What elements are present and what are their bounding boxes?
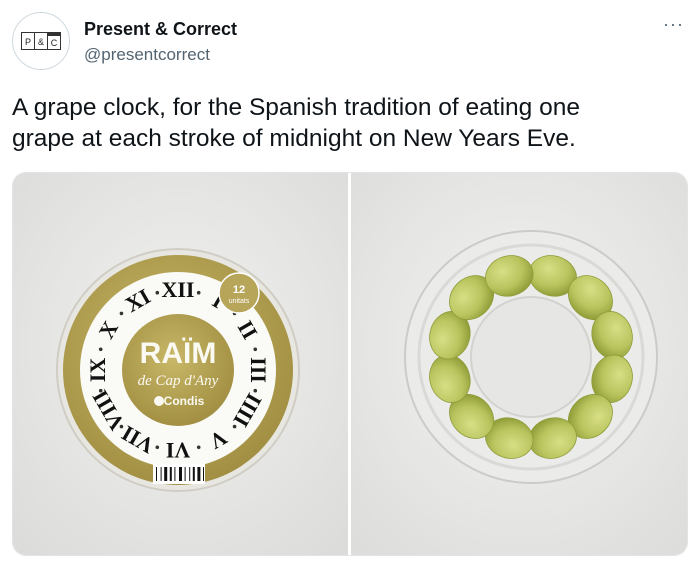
clock-numeral: III (246, 357, 271, 383)
clock-dot (253, 388, 258, 393)
clock-dot (119, 311, 124, 316)
clock-dot (232, 424, 237, 429)
author-handle[interactable]: @presentcorrect (84, 44, 210, 66)
clock-dot (155, 290, 160, 295)
clock-dot (119, 424, 124, 429)
clock-dot (196, 290, 201, 295)
avatar-letter-amp: & (38, 37, 44, 47)
more-horizontal-icon[interactable]: ··· (663, 14, 684, 35)
tweet-media[interactable]: XII I II III IIII V VI VII VIII IX X XI RAÏM de Cap… (12, 172, 688, 556)
avatar-letter-c: C (51, 38, 58, 48)
photo-clock-lid[interactable]: XII IIIIIIIIIIVVIVIIVIIIIXXXI RAÏM de Cap… (13, 173, 348, 556)
clock-numeral: IX (85, 358, 110, 383)
units-badge-label: unitats (229, 298, 250, 305)
clock-dot (98, 388, 103, 393)
clock-numeral: VI (166, 438, 190, 463)
clock-dot (196, 445, 201, 450)
clock-dot (155, 445, 160, 450)
clock-dot (253, 347, 258, 352)
avatar-letter-p: P (25, 37, 31, 47)
present-correct-logo-icon: P & C (21, 32, 61, 50)
tweet-header: P & C Present & Correct @presentcorrect … (12, 12, 688, 72)
photo-grapes[interactable] (351, 173, 688, 556)
maker-label: Condis (164, 394, 205, 408)
brand-subtitle: de Cap d'Any (138, 373, 219, 389)
author-name[interactable]: Present & Correct (84, 18, 237, 40)
clock-dot (98, 347, 103, 352)
center-label (122, 314, 234, 426)
brand-label: RAÏM (140, 337, 217, 370)
condis-logo-icon (154, 396, 164, 406)
units-badge-number: 12 (233, 284, 245, 296)
avatar[interactable]: P & C (12, 12, 70, 70)
tweet-text: A grape clock, for the Spanish tradition… (12, 94, 580, 152)
clock-numeral: XII (161, 277, 194, 302)
barcode-icon (153, 464, 205, 484)
